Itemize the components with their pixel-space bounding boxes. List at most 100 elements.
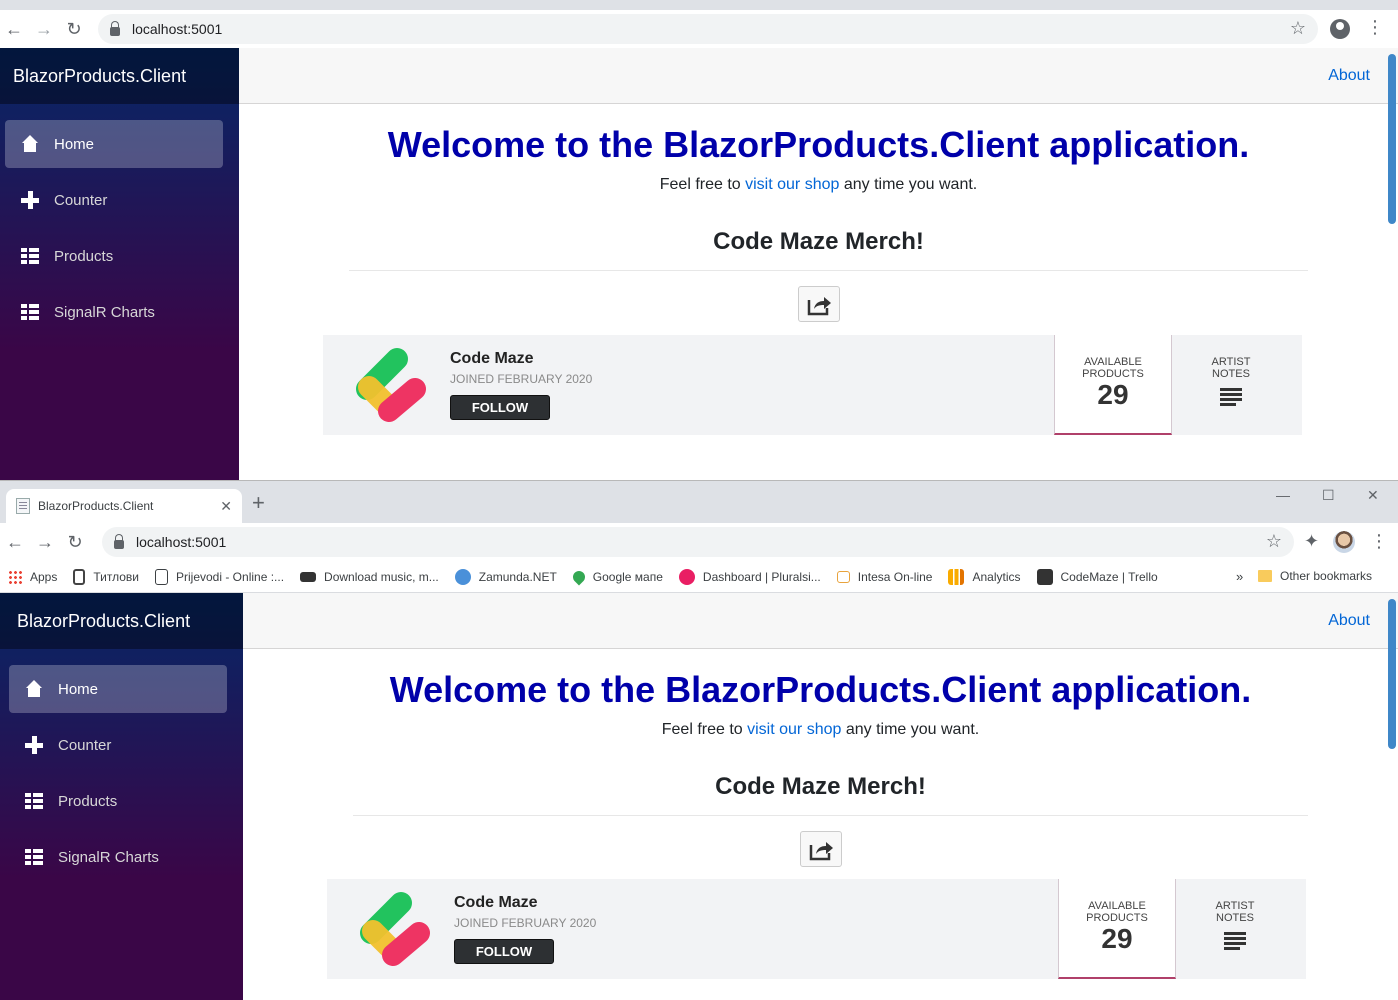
back-arrow-icon[interactable]: ← xyxy=(3,532,27,553)
stat-label-line: AVAILABLE xyxy=(1088,900,1146,912)
address-bar[interactable]: localhost:5001 ☆ xyxy=(98,14,1318,44)
page-icon xyxy=(155,568,168,585)
bookmark-star-icon[interactable]: ☆ xyxy=(1290,18,1306,39)
app-frame: BlazorProducts.Client Home Counter Produ… xyxy=(0,48,1398,480)
nav-item-home[interactable]: Home xyxy=(5,120,223,168)
nav-menu: Home Counter Products SignalR Charts xyxy=(0,104,239,336)
account-icon[interactable] xyxy=(1330,19,1350,39)
bookmark-item[interactable]: Analytics xyxy=(948,568,1021,585)
bookmark-item[interactable]: Intesa On-line xyxy=(836,569,933,584)
browser-tab[interactable]: BlazorProducts.Client ✕ xyxy=(6,489,242,523)
share-icon xyxy=(807,297,831,316)
extensions-puzzle-icon[interactable]: ✦ xyxy=(1304,531,1319,552)
scrollbar-thumb[interactable] xyxy=(1388,54,1396,224)
menu-kebab-icon[interactable]: ⋮ xyxy=(1366,17,1384,38)
trello-icon xyxy=(1036,568,1053,585)
minimize-icon[interactable]: — xyxy=(1276,487,1290,503)
tab-title: BlazorProducts.Client xyxy=(38,499,154,513)
pluralsight-icon xyxy=(678,568,695,585)
forward-arrow-icon[interactable]: → xyxy=(33,532,57,553)
reload-icon[interactable]: ↻ xyxy=(63,532,87,553)
about-link[interactable]: About xyxy=(1328,67,1370,85)
nav-menu: Home Counter Products SignalR Charts xyxy=(0,649,243,881)
nav-label: Counter xyxy=(58,736,112,754)
tabstrip: BlazorProducts.Client ✕ + — ☐ ✕ xyxy=(0,481,1398,523)
brand-title[interactable]: BlazorProducts.Client xyxy=(0,593,243,649)
forward-arrow-icon[interactable]: → xyxy=(32,19,56,40)
stat-label: AVAILABLE PRODUCTS xyxy=(1055,356,1171,380)
code-maze-logo xyxy=(356,348,426,422)
shop-link[interactable]: visit our shop xyxy=(745,176,839,193)
new-tab-icon[interactable]: + xyxy=(252,492,265,514)
stat-label-line: ARTIST xyxy=(1215,900,1255,912)
page-favicon-icon xyxy=(16,498,30,514)
follow-button[interactable]: FOLLOW xyxy=(454,939,554,964)
code-maze-logo xyxy=(360,892,430,966)
browser-toolbar: ← → ↻ localhost:5001 ☆ ⋮ xyxy=(0,10,1398,48)
maximize-icon[interactable]: ☐ xyxy=(1322,487,1335,504)
nav-item-products[interactable]: Products xyxy=(9,777,227,825)
close-window-icon[interactable]: ✕ xyxy=(1367,487,1379,504)
nav-item-counter[interactable]: Counter xyxy=(9,721,227,769)
bookmark-item[interactable]: Титлови xyxy=(73,568,139,585)
follow-button[interactable]: FOLLOW xyxy=(450,395,550,420)
bookmark-label: Intesa On-line xyxy=(857,569,933,584)
top-row: About xyxy=(243,593,1398,649)
bookmark-item[interactable]: Zamunda.NET xyxy=(454,568,557,585)
bookmark-label: CodeMaze | Trello xyxy=(1060,569,1158,584)
other-bookmarks[interactable]: Other bookmarks xyxy=(1258,569,1372,583)
back-arrow-icon[interactable]: ← xyxy=(2,19,26,40)
bookmark-label: Analytics xyxy=(972,569,1021,584)
bookmark-item[interactable]: Download music, m... xyxy=(300,570,439,584)
list-icon xyxy=(21,247,39,265)
address-bar[interactable]: localhost:5001 ☆ xyxy=(102,527,1294,557)
menu-kebab-icon[interactable]: ⋮ xyxy=(1370,531,1388,552)
profile-avatar[interactable] xyxy=(1333,531,1355,553)
car-icon xyxy=(300,571,317,582)
available-products-stat[interactable]: AVAILABLE PRODUCTS 29 xyxy=(1058,879,1176,979)
artist-notes-stat[interactable]: ARTIST NOTES xyxy=(1176,879,1294,979)
bookmark-label: Prijevodi - Online :... xyxy=(176,569,285,584)
close-tab-icon[interactable]: ✕ xyxy=(220,498,232,515)
brand-title[interactable]: BlazorProducts.Client xyxy=(0,48,239,104)
stat-label-line: NOTES xyxy=(1216,912,1254,924)
shop-link[interactable]: visit our shop xyxy=(747,721,841,738)
bookmark-item[interactable]: Dashboard | Pluralsi... xyxy=(678,568,821,585)
bookmark-item[interactable]: Google мапе xyxy=(570,568,663,585)
share-button[interactable] xyxy=(799,831,842,867)
browser-window-back: ← → ↻ localhost:5001 ☆ ⋮ BlazorProducts.… xyxy=(0,0,1398,480)
bookmark-item[interactable]: Prijevodi - Online :... xyxy=(155,568,285,585)
nav-item-home[interactable]: Home xyxy=(9,665,227,713)
notes-icon xyxy=(1220,388,1242,406)
about-link[interactable]: About xyxy=(1328,612,1370,630)
scrollbar-thumb[interactable] xyxy=(1388,599,1396,749)
stat-label: AVAILABLE PRODUCTS xyxy=(1059,900,1175,924)
bookmark-star-icon[interactable]: ☆ xyxy=(1266,531,1282,552)
stat-value: 29 xyxy=(1101,923,1133,954)
share-button[interactable] xyxy=(797,286,840,322)
available-products-stat[interactable]: AVAILABLE PRODUCTS 29 xyxy=(1054,335,1172,435)
nav-item-counter[interactable]: Counter xyxy=(5,176,223,224)
nav-item-signalr-charts[interactable]: SignalR Charts xyxy=(9,833,227,881)
bookmarks-bar: Apps Титлови Prijevodi - Online :... Dow… xyxy=(0,561,1398,593)
sidebar: BlazorProducts.Client Home Counter Produ… xyxy=(0,593,243,1000)
home-icon xyxy=(21,135,39,153)
subtitle-text: Feel free to xyxy=(661,721,748,738)
bookmark-apps[interactable]: Apps xyxy=(8,569,57,584)
maps-pin-icon xyxy=(570,568,588,585)
main-content: About Welcome to the BlazorProducts.Clie… xyxy=(239,48,1398,480)
nav-item-signalr-charts[interactable]: SignalR Charts xyxy=(5,288,223,336)
globe-icon xyxy=(454,568,471,585)
bookmarks-overflow-icon[interactable]: » xyxy=(1236,569,1243,584)
apps-grid-icon xyxy=(8,569,22,584)
reload-icon[interactable]: ↻ xyxy=(62,19,86,40)
bookmark-item[interactable]: CodeMaze | Trello xyxy=(1036,568,1158,585)
subtitle-text: any time you want. xyxy=(841,721,980,738)
bookmark-label: Титлови xyxy=(93,569,139,584)
nav-item-products[interactable]: Products xyxy=(5,232,223,280)
url-text: localhost:5001 xyxy=(136,534,227,550)
artist-notes-stat[interactable]: ARTIST NOTES xyxy=(1172,335,1290,435)
shop-card: Code Maze JOINED FEBRUARY 2020 FOLLOW AV… xyxy=(323,335,1302,435)
bookmark-label: Zamunda.NET xyxy=(478,569,557,584)
lock-icon xyxy=(110,20,120,36)
